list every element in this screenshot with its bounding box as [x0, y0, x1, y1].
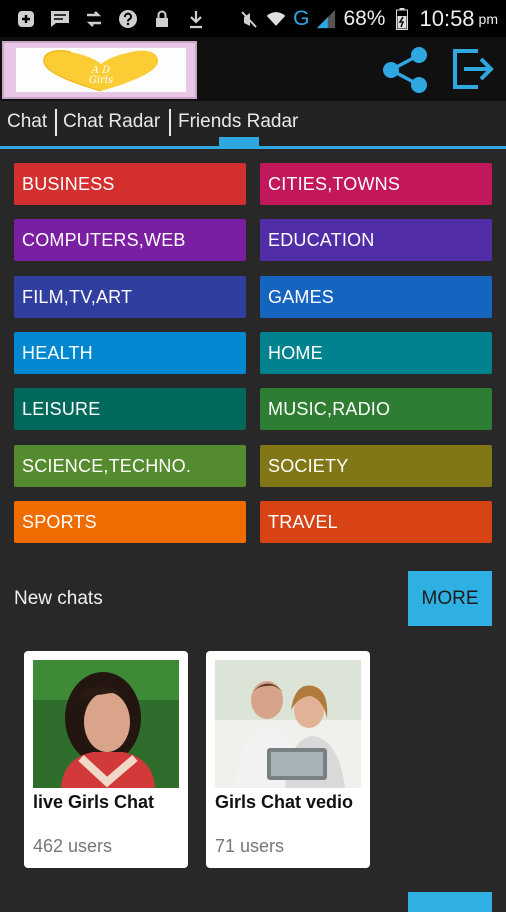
chat-card-title: live Girls Chat	[33, 792, 155, 812]
tab-chat-radar[interactable]: Chat Radar	[63, 111, 160, 133]
message-icon	[50, 9, 70, 29]
chat-card[interactable]: live Girls Chat 462 users	[24, 651, 188, 868]
lock-icon	[152, 9, 172, 29]
chat-thumbnail	[33, 660, 179, 788]
battery-icon	[392, 7, 412, 30]
tab-bar: Chat Chat Radar Friends Radar	[0, 101, 506, 149]
chat-card-title: Girls Chat vedio	[215, 792, 354, 812]
category-sports[interactable]: SPORTS	[14, 501, 246, 543]
tab-selected-indicator	[219, 137, 259, 146]
tab-divider	[169, 109, 171, 136]
more-button-partial[interactable]	[408, 892, 492, 912]
clock-time: 10:58	[419, 5, 475, 31]
tab-divider	[55, 109, 57, 136]
wifi-icon	[266, 9, 286, 29]
share-icon	[383, 47, 427, 93]
sync-icon	[84, 9, 104, 29]
app-logo[interactable]: A D Girls	[2, 41, 197, 99]
chat-card[interactable]: Girls Chat vedio 71 users	[206, 651, 370, 868]
heart-logo-icon: A D Girls	[43, 50, 159, 92]
logo-inner: A D Girls	[16, 48, 186, 92]
category-cities-towns[interactable]: CITIES,TOWNS	[260, 163, 492, 205]
category-science-techno[interactable]: SCIENCE,TECHNO.	[14, 445, 246, 487]
clock-ampm: pm	[478, 10, 498, 27]
svg-text:Girls: Girls	[89, 75, 113, 86]
exit-button[interactable]	[450, 45, 496, 93]
exit-icon	[453, 49, 494, 89]
category-film-tv-art[interactable]: FILM,TV,ART	[14, 276, 246, 318]
category-society[interactable]: SOCIETY	[260, 445, 492, 487]
category-education[interactable]: EDUCATION	[260, 219, 492, 261]
chat-card-users: 462 users	[33, 836, 113, 856]
tab-friends-radar[interactable]: Friends Radar	[178, 111, 298, 133]
battery-percent: 68%	[343, 6, 386, 30]
category-home[interactable]: HOME	[260, 332, 492, 374]
chat-thumbnail	[215, 660, 361, 788]
category-travel[interactable]: TRAVEL	[260, 501, 492, 543]
app-bar: A D Girls	[0, 37, 506, 101]
signal-icon	[316, 9, 336, 29]
chat-card-users: 71 users	[215, 836, 285, 856]
mute-icon	[239, 9, 259, 29]
network-type-label: G	[293, 6, 310, 30]
download-icon	[186, 9, 206, 29]
tab-chat[interactable]: Chat	[7, 111, 47, 133]
category-leisure[interactable]: LEISURE	[14, 388, 246, 430]
category-health[interactable]: HEALTH	[14, 332, 246, 374]
help-icon	[118, 9, 138, 29]
category-music-radio[interactable]: MUSIC,RADIO	[260, 388, 492, 430]
category-games[interactable]: GAMES	[260, 276, 492, 318]
more-button[interactable]: MORE	[408, 571, 492, 626]
notification-icon	[16, 9, 36, 29]
status-bar: G 68% 10:58 pm	[0, 0, 506, 37]
share-button[interactable]	[380, 45, 430, 95]
new-chats-title: New chats	[14, 588, 103, 609]
category-computers-web[interactable]: COMPUTERS,WEB	[14, 219, 246, 261]
category-business[interactable]: BUSINESS	[14, 163, 246, 205]
